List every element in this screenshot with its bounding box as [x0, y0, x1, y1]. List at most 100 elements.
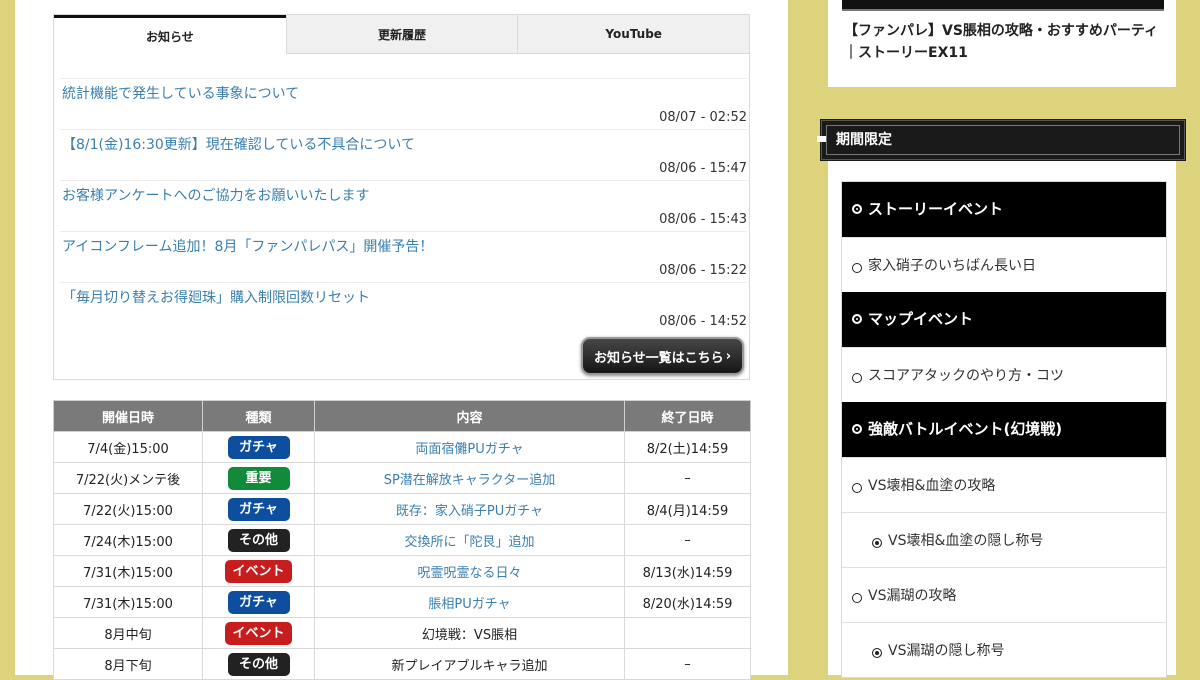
type-cell: ガチャ [202, 586, 315, 618]
header-end-date: 終了日時 [624, 400, 751, 432]
circle-icon [852, 593, 862, 603]
end-date-cell: 8/13(水)14:59 [624, 555, 751, 587]
menu-link-item[interactable]: 家入硝子のいちばん長い日 [842, 237, 1166, 292]
table-header-row: 開催日時 種類 内容 終了日時 [53, 400, 751, 432]
content-link[interactable]: 既存：家入硝子PUガチャ [396, 504, 543, 519]
news-item: 【8/1(金)16:30更新】現在確認している不具合について 08/06 - 15… [60, 129, 747, 180]
type-cell: ガチャ [202, 431, 315, 463]
table-row: 7/31(木)15:00 イベント 呪霊呪霊なる日々 8/13(水)14:59 [53, 555, 751, 587]
start-date-cell: 8月中旬 [53, 617, 203, 649]
start-date-cell: 7/22(火)メンテ後 [53, 462, 203, 494]
menu-item-label: 家入硝子のいちばん長い日 [868, 258, 1036, 274]
limited-time-menu: ストーリーイベント家入硝子のいちばん長い日 マップイベントスコアアタックのやり方・… [841, 181, 1167, 678]
menu-link-item[interactable]: VS漏瑚の攻略 [842, 567, 1166, 622]
news-date: 08/06 - 15:22 [659, 263, 747, 278]
main-column: お知らせ 更新履歴 YouTube 統計機能で発生している事象について 08/07… [15, 0, 788, 680]
circle-icon [852, 373, 862, 383]
table-row: 8月中旬 イベント 幻境戦：VS脹相 [53, 617, 751, 649]
news-date: 08/07 - 02:52 [659, 110, 747, 125]
type-badge: 重要 [227, 466, 290, 490]
menu-link-item[interactable]: VS壊相&血塗の攻略 [842, 457, 1166, 512]
menu-link-item[interactable]: VS壊相&血塗の隠し称号 [842, 512, 1166, 567]
content-cell: 既存：家入硝子PUガチャ [314, 493, 625, 525]
circle-icon [852, 483, 862, 493]
end-date-cell: 8/4(月)14:59 [624, 493, 751, 525]
chevron-right-icon: › [725, 348, 732, 364]
type-badge: その他 [227, 528, 290, 552]
news-title-link[interactable]: アイコンフレーム追加！8月「ファンパレパス」開催予告！ [62, 236, 433, 256]
radio-dot-icon [852, 204, 862, 214]
news-item: お客様アンケートへのご協力をお願いいたします 08/06 - 15:43 [60, 180, 747, 231]
content-link[interactable]: 交換所に「陀艮」追加 [404, 535, 534, 550]
type-cell: ガチャ [202, 493, 315, 525]
header-content: 内容 [314, 400, 625, 432]
end-date-cell [624, 617, 751, 649]
menu-item-label: VS壊相&血塗の攻略 [868, 478, 996, 494]
start-date-cell: 7/4(金)15:00 [53, 431, 203, 463]
menu-category[interactable]: ストーリーイベント [842, 182, 1166, 237]
content-cell: 幻境戦：VS脹相 [314, 617, 625, 649]
circle-icon [852, 263, 862, 273]
type-cell: 重要 [202, 462, 315, 494]
news-title-link[interactable]: お客様アンケートへのご協力をお願いいたします [62, 185, 369, 205]
content-cell: 脹相PUガチャ [314, 586, 625, 618]
news-date: 08/06 - 14:52 [659, 314, 747, 329]
content-link[interactable]: 呪霊呪霊なる日々 [417, 566, 521, 581]
bullet-dot-icon [872, 648, 882, 658]
end-date-cell: – [624, 462, 751, 494]
type-cell: イベント [202, 555, 315, 587]
type-badge: イベント [225, 559, 292, 583]
article-thumbnail[interactable] [842, 0, 1164, 11]
news-date: 08/06 - 15:47 [659, 161, 747, 176]
news-item: 統計機能で発生している事象について 08/07 - 02:52 [60, 78, 747, 129]
end-date-cell: 8/2(土)14:59 [624, 431, 751, 463]
menu-item-label: VS漏瑚の隠し称号 [888, 643, 1005, 659]
menu-item-label: VS壊相&血塗の隠し称号 [888, 533, 1044, 549]
article-card[interactable]: 【ファンパレ】VS脹相の攻略・おすすめパーティ｜ストーリーEX11 [828, 0, 1176, 87]
tab-youtube[interactable]: YouTube [517, 15, 750, 54]
news-list-more-button[interactable]: お知らせ一覧はこちら › [581, 337, 744, 375]
news-date: 08/06 - 15:43 [659, 212, 747, 227]
news-tabs: お知らせ 更新履歴 YouTube [54, 15, 750, 54]
table-row: 7/22(火)メンテ後 重要 SP潜在解放キャラクター追加 – [53, 462, 751, 494]
news-tab-panel: お知らせ 更新履歴 YouTube 統計機能で発生している事象について 08/07… [53, 14, 750, 380]
event-schedule-table: 開催日時 種類 内容 終了日時 7/4(金)15:00 ガチャ 両面宿儺PUガチャ 8… [53, 400, 751, 680]
radio-dot-icon [852, 314, 862, 324]
start-date-cell: 7/22(火)15:00 [53, 493, 203, 525]
menu-link-item[interactable]: スコアアタックのやり方・コツ [842, 347, 1166, 402]
menu-item-label: 強敵バトルイベント(幻境戦) [868, 420, 1063, 438]
menu-category[interactable]: マップイベント [842, 292, 1166, 347]
news-item: アイコンフレーム追加！8月「ファンパレパス」開催予告！ 08/06 - 15:22 [60, 231, 747, 282]
menu-item-label: マップイベント [868, 310, 974, 328]
type-cell: イベント [202, 617, 315, 649]
content-cell: 呪霊呪霊なる日々 [314, 555, 625, 587]
sidebar-section-heading: 期間限定 [817, 119, 1186, 161]
content-cell: 両面宿儺PUガチャ [314, 431, 625, 463]
content-link[interactable]: 脹相PUガチャ [428, 597, 510, 612]
header-type: 種類 [202, 400, 315, 432]
news-title-link[interactable]: 統計機能で発生している事象について [62, 83, 299, 103]
menu-item-label: スコアアタックのやり方・コツ [868, 368, 1064, 384]
menu-link-item[interactable]: VS漏瑚の隠し称号 [842, 622, 1166, 677]
type-badge: イベント [225, 621, 292, 645]
table-row: 7/24(木)15:00 その他 交換所に「陀艮」追加 – [53, 524, 751, 556]
news-title-link[interactable]: 「毎月切り替えお得廻珠」購入制限回数リセット [62, 287, 370, 307]
bullet-dot-icon [872, 538, 882, 548]
content-link[interactable]: 両面宿儺PUガチャ [415, 442, 523, 457]
content-link[interactable]: SP潜在解放キャラクター追加 [384, 473, 556, 488]
type-badge: ガチャ [227, 435, 290, 459]
news-title-link[interactable]: 【8/1(金)16:30更新】現在確認している不具合について [62, 134, 415, 154]
tab-update-history[interactable]: 更新履歴 [285, 15, 518, 54]
header-start-date: 開催日時 [53, 400, 203, 432]
heading-marker-icon [817, 136, 826, 142]
menu-item-label: VS漏瑚の攻略 [868, 588, 957, 604]
type-cell: その他 [202, 524, 315, 556]
content-cell: SP潜在解放キャラクター追加 [314, 462, 625, 494]
type-badge: ガチャ [227, 590, 290, 614]
menu-category[interactable]: 強敵バトルイベント(幻境戦) [842, 402, 1166, 457]
article-card-title[interactable]: 【ファンパレ】VS脹相の攻略・おすすめパーティ｜ストーリーEX11 [844, 20, 1164, 64]
news-item: 「毎月切り替えお得廻珠」購入制限回数リセット 08/06 - 14:52 [60, 282, 747, 333]
tab-news[interactable]: お知らせ [54, 15, 286, 54]
start-date-cell: 7/24(木)15:00 [53, 524, 203, 556]
news-list: 統計機能で発生している事象について 08/07 - 02:52 【8/1(金)16:… [60, 78, 747, 333]
